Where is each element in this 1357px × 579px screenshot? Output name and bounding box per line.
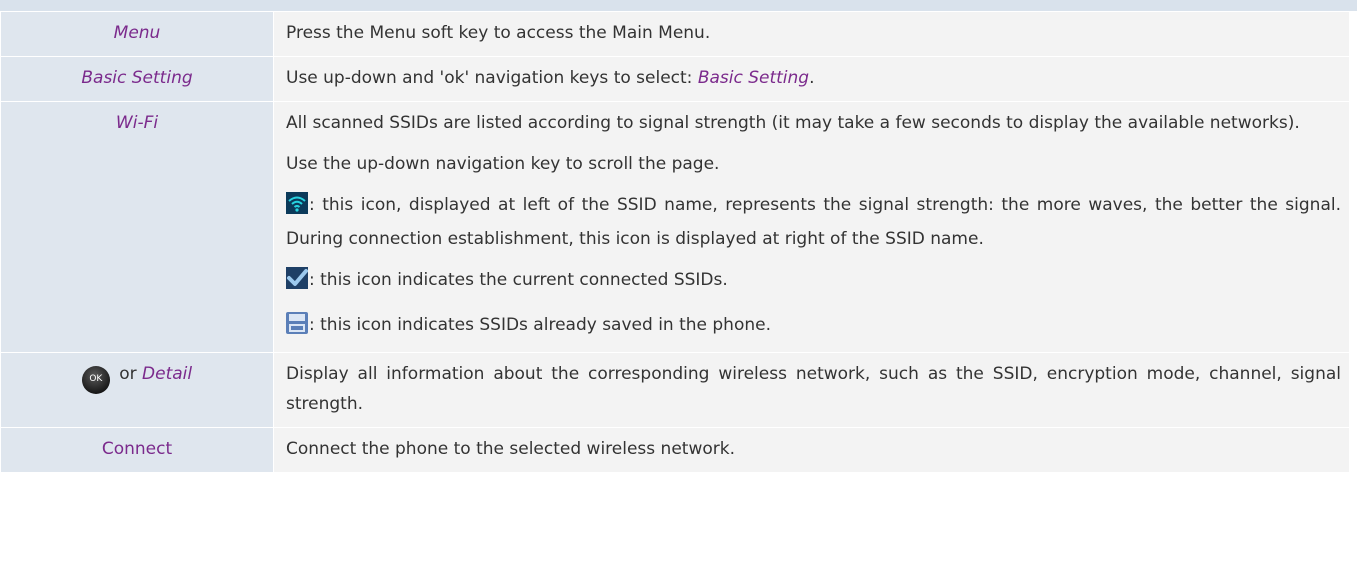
wifi-paragraph-saved: : this icon indicates SSIDs already save… [286,310,1341,344]
description-suffix: . [809,68,815,88]
key-cell: Basic Setting [0,56,274,102]
connected-icon-description: : this icon indicates the current connec… [309,270,728,290]
wifi-paragraph-connected: : this icon indicates the current connec… [286,265,1341,299]
description-emphasis: Basic Setting [697,68,810,88]
description-cell: Display all information about the corres… [273,352,1350,428]
ok-key-icon: OK [81,366,110,394]
floppy-disk-icon [286,312,308,344]
key-cell: Connect [0,427,274,473]
description-text: Press the Menu soft key to access the Ma… [286,23,711,43]
checkmark-icon [286,267,308,299]
key-label-connect: Connect [101,439,173,459]
wifi-signal-icon [286,192,308,224]
description-cell: Press the Menu soft key to access the Ma… [273,11,1350,57]
key-label-menu: Menu [113,23,161,43]
description-cell: All scanned SSIDs are listed according t… [273,101,1350,353]
wifi-paragraph-signal: : this icon, displayed at left of the SS… [286,190,1341,254]
table-row: Wi-Fi All scanned SSIDs are listed accor… [0,101,1350,353]
table-top-border [0,0,1357,11]
key-cell: Menu [0,11,274,57]
wifi-paragraph-scanned: All scanned SSIDs are listed according t… [286,113,1300,133]
description-prefix: Use up-down and 'ok' navigation keys to … [286,68,698,88]
description-cell: Use up-down and 'ok' navigation keys to … [273,56,1350,102]
key-cell: OK or Detail [0,352,274,428]
table-row: Basic Setting Use up-down and 'ok' navig… [0,56,1350,102]
description-text: Display all information about the corres… [286,364,1341,414]
or-connector: or [119,364,137,384]
key-cell: Wi-Fi [0,101,274,353]
description-cell: Connect the phone to the selected wirele… [273,427,1350,473]
table-row: Menu Press the Menu soft key to access t… [0,11,1350,57]
key-label-basic-setting: Basic Setting [81,68,193,88]
saved-icon-description: : this icon indicates SSIDs already save… [309,315,771,335]
signal-icon-description: : this icon, displayed at left of the SS… [286,195,1341,249]
description-text: Connect the phone to the selected wirele… [286,439,735,459]
wifi-paragraph-scroll: Use the up-down navigation key to scroll… [286,154,720,174]
key-label-detail: Detail [142,364,193,384]
table-row: Connect Connect the phone to the selecte… [0,427,1350,473]
description-text: Use up-down and 'ok' navigation keys to … [286,63,1341,93]
key-label-wifi: Wi-Fi [115,113,159,133]
table-row: OK or Detail Display all information abo… [0,352,1350,428]
procedure-table: Menu Press the Menu soft key to access t… [0,11,1350,473]
